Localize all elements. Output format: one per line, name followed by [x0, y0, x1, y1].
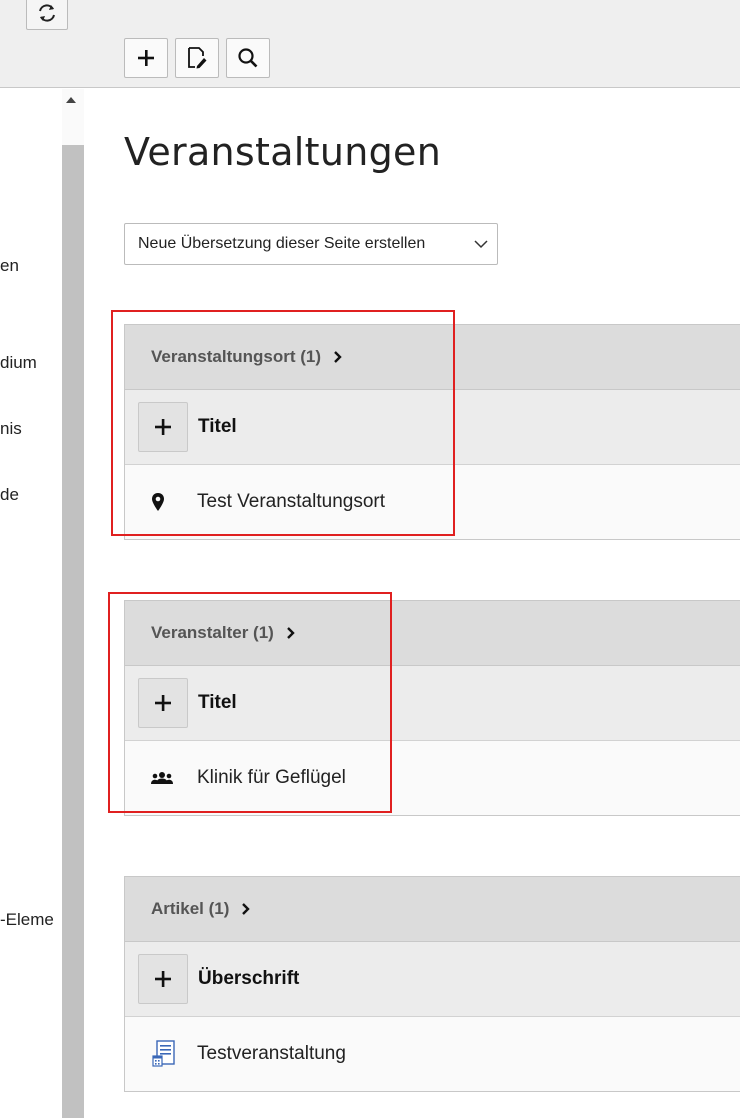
- map-marker-icon: [151, 492, 181, 512]
- column-title[interactable]: Titel: [198, 692, 237, 714]
- plus-icon: [155, 695, 171, 711]
- record-row[interactable]: Klinik für Geflügel: [125, 741, 740, 815]
- add-record-button[interactable]: [138, 402, 188, 452]
- tree-item[interactable]: dium: [0, 353, 37, 373]
- news-article-icon: [151, 1040, 181, 1068]
- panel-artikel: Artikel (1) Überschrift Testveranstaltun…: [124, 876, 740, 1092]
- panel-header[interactable]: Artikel (1): [125, 877, 740, 942]
- plus-icon: [138, 50, 154, 66]
- panel-column-header: Überschrift: [125, 942, 740, 1017]
- top-toolbar: [0, 0, 740, 88]
- add-record-button[interactable]: [138, 678, 188, 728]
- translation-select[interactable]: Neue Übersetzung dieser Seite erstellen: [124, 223, 498, 265]
- add-record-button[interactable]: [138, 954, 188, 1004]
- edit-page-icon: [188, 47, 207, 69]
- scroll-up-arrow-icon[interactable]: [66, 97, 76, 103]
- record-label[interactable]: Test Veranstaltungsort: [197, 491, 385, 513]
- panel-header-label: Veranstalter (1): [151, 623, 274, 642]
- panel-column-header: Titel: [125, 666, 740, 741]
- plus-icon: [155, 971, 171, 987]
- panel-column-header: Titel: [125, 390, 740, 465]
- tree-item[interactable]: -Eleme: [0, 910, 54, 930]
- tree-item[interactable]: nis: [0, 419, 22, 439]
- translation-select-value: Neue Übersetzung dieser Seite erstellen: [138, 235, 426, 252]
- plus-icon: [155, 419, 171, 435]
- record-label[interactable]: Testveranstaltung: [197, 1043, 346, 1065]
- panel-header-label: Artikel (1): [151, 899, 230, 918]
- chevron-down-icon: [474, 240, 488, 249]
- tree-scrollbar-thumb[interactable]: [62, 145, 84, 1118]
- column-title[interactable]: Titel: [198, 416, 237, 438]
- search-button[interactable]: [226, 38, 270, 78]
- refresh-icon: [39, 4, 55, 22]
- record-row[interactable]: Testveranstaltung: [125, 1017, 740, 1091]
- page-title: Veranstaltungen: [124, 130, 442, 174]
- panel-header[interactable]: Veranstalter (1): [125, 601, 740, 666]
- panel-header[interactable]: Veranstaltungsort (1): [125, 325, 740, 390]
- record-row[interactable]: Test Veranstaltungsort: [125, 465, 740, 539]
- panel-veranstaltungsort: Veranstaltungsort (1) Titel Test Veranst…: [124, 324, 740, 540]
- chevron-right-icon: [241, 903, 251, 915]
- record-label[interactable]: Klinik für Geflügel: [197, 767, 346, 789]
- new-record-button[interactable]: [124, 38, 168, 78]
- panel-veranstalter: Veranstalter (1) Titel Klinik für Geflüg…: [124, 600, 740, 816]
- tree-item[interactable]: en: [0, 256, 19, 276]
- edit-page-button[interactable]: [175, 38, 219, 78]
- column-title[interactable]: Überschrift: [198, 968, 299, 990]
- search-icon: [238, 48, 258, 68]
- panel-header-label: Veranstaltungsort (1): [151, 347, 322, 366]
- tree-item[interactable]: de: [0, 485, 19, 505]
- group-icon: [151, 771, 181, 785]
- refresh-button[interactable]: [26, 0, 68, 30]
- chevron-right-icon: [286, 627, 296, 639]
- chevron-right-icon: [333, 351, 343, 363]
